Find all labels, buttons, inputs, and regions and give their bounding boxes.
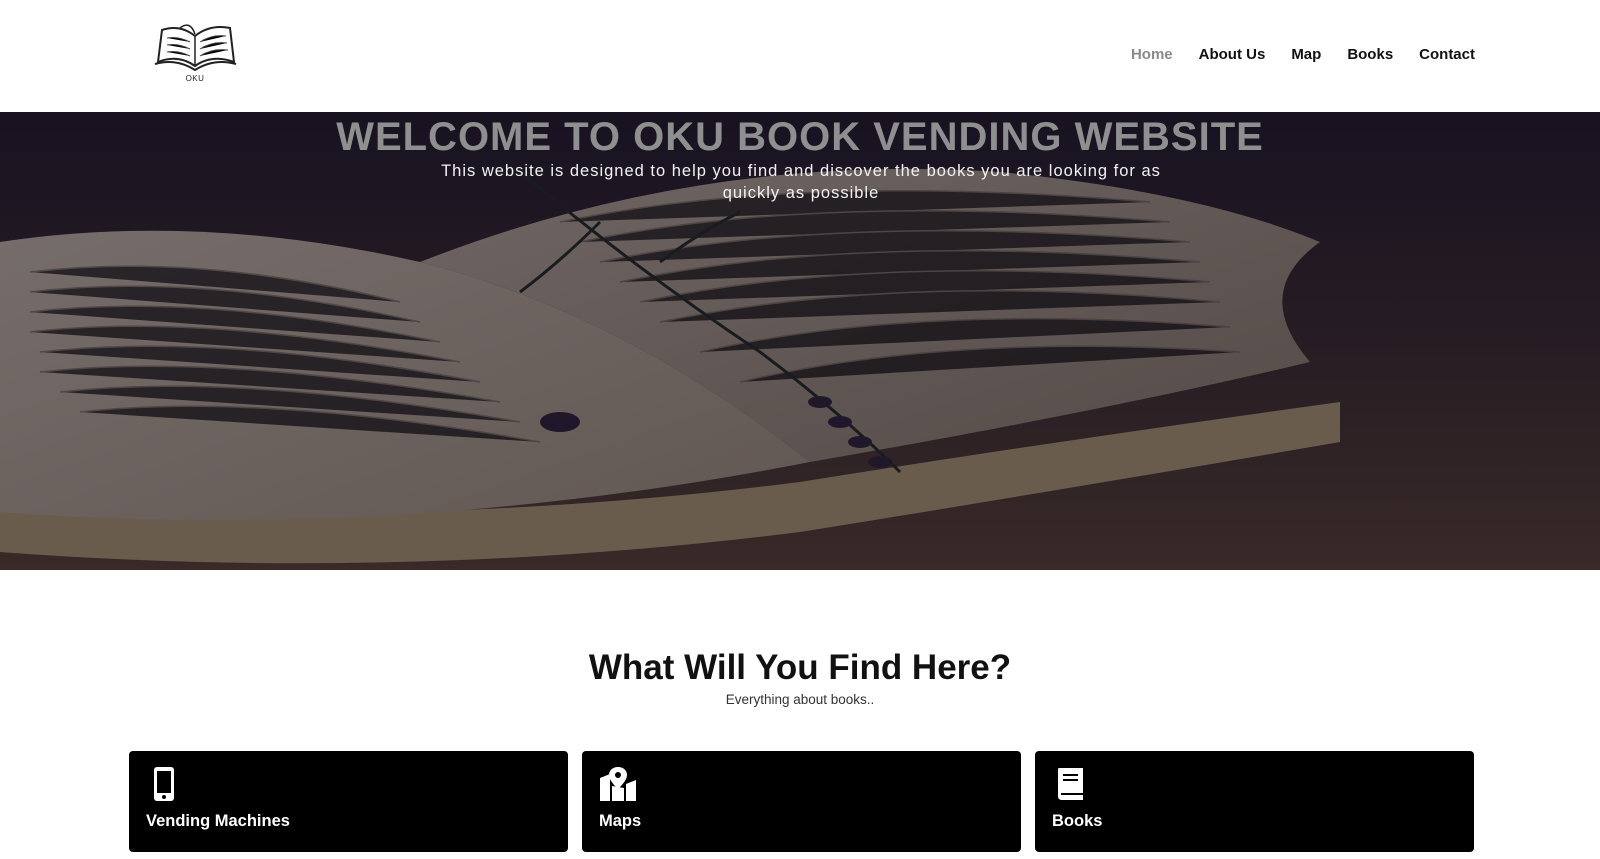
card-label: Vending Machines xyxy=(146,812,290,830)
logo-text: OKU xyxy=(185,74,205,83)
section-subtitle: Everything about books.. xyxy=(725,692,875,707)
card-label: Maps xyxy=(599,812,642,830)
nav-contact[interactable]: Contact xyxy=(1419,46,1475,63)
nav-about-us[interactable]: About Us xyxy=(1199,46,1266,63)
card-label: Books xyxy=(1052,812,1103,830)
nav-map[interactable]: Map xyxy=(1291,46,1321,63)
section-title: What Will You Find Here? xyxy=(588,648,1012,687)
hero-subtitle: This website is designed to help you fin… xyxy=(441,162,1161,202)
mobile-phone-icon xyxy=(146,766,184,802)
main-nav: Home About Us Map Books Contact xyxy=(1131,46,1475,63)
site-logo[interactable]: OKU xyxy=(150,18,240,88)
hero-title: WELCOME TO OKU BOOK VENDING WEBSITE xyxy=(336,115,1264,159)
nav-home[interactable]: Home xyxy=(1131,46,1173,63)
card-maps[interactable]: Maps xyxy=(582,751,1021,852)
nav-books[interactable]: Books xyxy=(1347,46,1393,63)
site-header: OKU Home About Us Map Books Contact xyxy=(0,0,1600,112)
map-marker-icon xyxy=(599,766,637,802)
card-vending-machines[interactable]: Vending Machines xyxy=(129,751,568,852)
hero-banner: WELCOME TO OKU BOOK VENDING WEBSITE This… xyxy=(0,112,1600,570)
book-icon xyxy=(1052,766,1090,802)
open-book-logo-icon xyxy=(154,24,237,72)
card-books[interactable]: Books xyxy=(1035,751,1474,852)
feature-cards: Vending Machines Maps Books xyxy=(129,751,1474,852)
